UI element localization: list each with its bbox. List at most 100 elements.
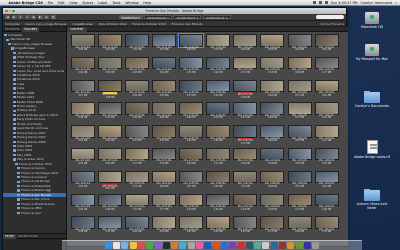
thumbnail-item[interactable]: IMG_4136.JPG 4.64 MB	[205, 56, 231, 79]
search-input[interactable]	[316, 15, 344, 19]
thumbnail-item[interactable]: IMG_4171.JPG 4.93 MB	[70, 147, 96, 170]
thumbnail-item[interactable]: IMG_4188.JPG 4.68 MB	[260, 170, 286, 193]
breadcrumb-computer[interactable]: Computer	[5, 22, 20, 26]
thumbnail-item[interactable]: IMG_4166.JPG 4.58 MB	[205, 125, 231, 147]
breadcrumb-browser[interactable]: Canon copy_image Browser	[25, 22, 67, 26]
thumbnail-item[interactable]: IMG_4210.JPG 4.78 MB	[314, 216, 340, 238]
thumbnail-item[interactable]: IMG_4135.JPG 4.75 MB	[178, 56, 204, 79]
dock-app-icon[interactable]	[146, 242, 154, 249]
thumbnail-item[interactable]: IMG_4201.JPG 4.58 MB	[70, 216, 96, 238]
thumbnail-item[interactable]: IMG_4182.JPG 4.61 MB	[97, 170, 123, 193]
thumbnail-item[interactable]: IMG_4184.JPG 4.66 MB	[151, 170, 177, 193]
thumbnail-item[interactable]: IMG_4145.JPG 4.73 MB	[178, 79, 204, 102]
thumbnail-item[interactable]: IMG_4196.JPG 4.81 MB	[205, 193, 231, 216]
dock-app-icon[interactable]	[196, 242, 204, 249]
thumbnail-item[interactable]: IMG_4146.JPG 4.60 MB	[205, 79, 231, 102]
thumbnail-item[interactable]: IMG_4143.JPG 4.92 MB	[124, 79, 150, 102]
dock-app-icon[interactable]	[262, 242, 270, 249]
thumbnail-item[interactable]: IMG_4150.JPG 4.63 MB	[314, 79, 340, 102]
workspace-essentials[interactable]: ESSENTIALS	[118, 15, 143, 20]
menu-help[interactable]: Help	[141, 1, 154, 5]
wifi-icon[interactable]	[312, 1, 316, 4]
thumbnail-item[interactable]: IMG_4179.JPG 4.90 MB	[287, 147, 313, 170]
breadcrumb-florence[interactable]: Florence October 2012	[132, 22, 166, 26]
thumbnail-item[interactable]: IMG_4181.JPG 4.82 MB	[70, 170, 96, 193]
thumbnail-item[interactable]: IMG_4175.JPG 4.84 MB	[178, 147, 204, 170]
dock-app-icon[interactable]	[162, 242, 170, 249]
dock-app-icon[interactable]	[154, 242, 162, 249]
thumbnail-item[interactable]: IMG_4172.JPG 4.61 MB	[97, 147, 123, 170]
thumbnail-item[interactable]: IMG_4178.JPG 4.58 MB	[260, 147, 286, 170]
thumbnail-item[interactable]: IMG_4189.JPG 4.57 MB	[287, 170, 313, 193]
folder-tree-item[interactable]: Florence misc	[3, 211, 66, 215]
recent-folders-icon[interactable]: ▾	[18, 15, 23, 19]
thumbnail-item[interactable]: IMG_4144.JPG 4.55 MB	[151, 79, 177, 102]
thumbnail-item[interactable]: IMG_4170.JPG 4.71 MB	[314, 125, 340, 147]
thumbnail-item[interactable]: IMG_4124.JPG 4.78 MB	[205, 34, 231, 56]
thumbnail-item[interactable]: IMG_4149.JPG 4.57 MB	[287, 79, 313, 102]
volume-icon[interactable]	[318, 1, 322, 4]
thumbnail-item[interactable]: IMG_4121.JPG 4.47 MB	[151, 34, 177, 56]
thumbnail-item[interactable]: IMG_4154.JPG 4.86 MB	[151, 102, 177, 124]
thumbnail-item[interactable]: IMG_4187.JPG 4.79 MB	[233, 170, 259, 193]
thumbnail-item[interactable]: IMG_4176.JPG 4.72 MB	[205, 147, 231, 170]
thumbnail-item[interactable]: IMG_4139.JPG 4.69 MB	[287, 56, 313, 79]
window-titlebar[interactable]: Florence San Miniato - Adobe Bridge	[3, 8, 346, 14]
menu-stacks[interactable]: Stacks	[80, 1, 96, 5]
back-button[interactable]: ◀	[5, 15, 10, 19]
thumbnail-item[interactable]: IMG_4208.JPG 4.72 MB	[260, 216, 286, 238]
dock-app-icon[interactable]	[220, 242, 228, 249]
desktop-icon-documents[interactable]: Carolyn's Documents	[352, 90, 392, 108]
dock-app-icon[interactable]	[270, 242, 278, 249]
thumbnail-item[interactable]: IMG_4156.JPG 4.54 MB	[205, 102, 231, 124]
thumbnail-item[interactable]: IMG_4197.JPG 4.63 MB	[233, 193, 259, 216]
boomerang-icon[interactable]: ↩	[24, 15, 30, 19]
menu-file[interactable]: File	[45, 1, 55, 5]
dock-app-icon[interactable]	[245, 242, 253, 249]
thumbnail-item[interactable]: IMG_4126.JPG 4.58 MB	[260, 34, 286, 56]
thumbnail-item[interactable]: IMG_4119.JPG 4.93 MB	[97, 34, 123, 56]
thumbnail-item[interactable]: IMG_4163.JPG 4.53 MB	[124, 125, 150, 147]
thumbnail-item[interactable]: IMG_4194.JPG 4.77 MB	[151, 193, 177, 216]
thumbnail-item[interactable]: IMG_4147.JPG 4.82 MB	[233, 79, 259, 102]
thumbnail-item[interactable]: IMG_4132.JPG 4.53 MB	[97, 56, 123, 79]
thumbnail-item[interactable]: IMG_4128.JPG 4.93 MB	[287, 34, 313, 56]
thumbnail-item[interactable]: IMG_4186.JPG 4.53 MB	[205, 170, 231, 193]
menu-window[interactable]: Window	[123, 1, 141, 5]
thumbnail-item[interactable]: IMG_4183.JPG 4.74 MB	[124, 170, 150, 193]
thumbnail-item[interactable]: IMG_4169.JPG 4.52 MB	[287, 125, 313, 147]
thumbnail-item[interactable]: IMG_4168.JPG 4.86 MB	[260, 125, 286, 147]
dock-app-icon[interactable]	[121, 242, 129, 249]
thumbnail-item[interactable]: IMG_4200.JPG 4.66 MB	[314, 193, 340, 216]
dock-app-icon[interactable]	[179, 242, 187, 249]
desktop-icon-passport[interactable]: My Passport for Mac	[352, 44, 392, 61]
thumbnail-item[interactable]: IMG_4191.JPG 4.60 MB	[70, 193, 96, 216]
thumbnail-item[interactable]: IMG_4152.JPG 4.74 MB	[97, 102, 123, 124]
thumbnail-item[interactable]: IMG_4151.JPG 4.98 MB	[70, 102, 96, 124]
thumbnail-item[interactable]: IMG_4134.JPG 4.94 MB	[151, 56, 177, 79]
refine-icon[interactable]: ◧	[37, 15, 43, 19]
thumbnail-item[interactable]: IMG_4195.JPG 4.69 MB	[178, 193, 204, 216]
thumbnail-item[interactable]: IMG_4192.JPG 4.84 MB	[97, 193, 123, 216]
thumbnail-item[interactable]: IMG_4140.JPG 4.77 MB	[314, 56, 340, 79]
thumbnail-item[interactable]: IMG_4203.JPG 4.61 MB	[124, 216, 150, 238]
thumbnail-item[interactable]: IMG_4193.JPG 4.52 MB	[124, 193, 150, 216]
thumbnail-item[interactable]: IMG_4133.JPG 4.66 MB	[124, 56, 150, 79]
thumbnail-item[interactable]: IMG_4180.JPG 4.55 MB	[314, 147, 340, 170]
thumbnail-item[interactable]: IMG_4122.JPG 4.98 MB	[178, 33, 205, 56]
dock-app-icon[interactable]	[279, 242, 287, 249]
dock-app-icon[interactable]	[303, 242, 311, 249]
workspace-3[interactable]: WORKSPACE 3	[202, 15, 231, 20]
thumbnail-item[interactable]: IMG_4130.JPG 4.69 MB	[314, 34, 340, 56]
menu-clock[interactable]: Sun 4:05:47 PM	[331, 1, 358, 5]
breadcrumb-italy[interactable]: Italy October 2012	[99, 22, 127, 26]
desktop-icon-junk-folder[interactable]: Autumn Mixed junk folder	[352, 188, 392, 210]
breadcrumb-san-miniato[interactable]: Florence San Miniato	[172, 22, 203, 26]
thumbnail-item[interactable]: IMG_4157.JPG 4.70 MB	[233, 102, 259, 124]
thumbnail-item[interactable]: IMG_4190.JPG 4.92 MB	[314, 170, 340, 193]
tab-collections[interactable]: COLLECTIONS	[16, 234, 40, 239]
thumbnail-item[interactable]: IMG_4138.JPG 4.53 MB	[260, 56, 286, 79]
thumbnail-item[interactable]: IMG_4165.JPG 4.62 MB	[178, 125, 204, 147]
dock-app-icon[interactable]	[113, 242, 121, 249]
open-in-raw-icon[interactable]: ◈	[44, 15, 49, 19]
